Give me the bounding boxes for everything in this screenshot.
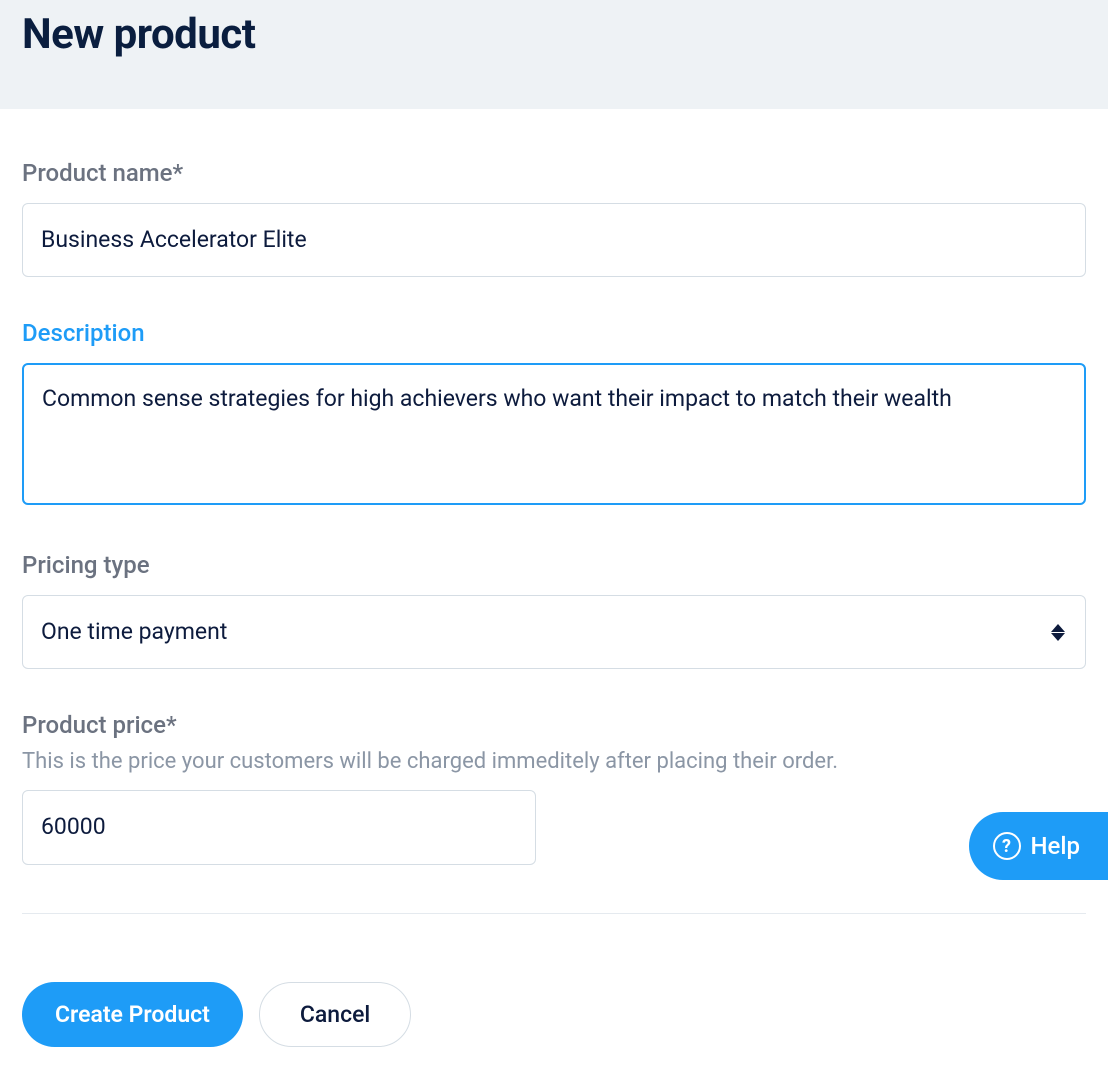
- description-group: Description: [22, 319, 1086, 509]
- pricing-type-group: Pricing type One time payment: [22, 551, 1086, 669]
- cancel-button[interactable]: Cancel: [259, 982, 411, 1047]
- product-price-label: Product price*: [22, 711, 1086, 739]
- product-name-label: Product name*: [22, 159, 1086, 187]
- pricing-type-value: One time payment: [41, 616, 227, 648]
- description-label: Description: [22, 319, 1086, 347]
- pricing-type-label: Pricing type: [22, 551, 1086, 579]
- help-button[interactable]: ? Help: [969, 812, 1108, 880]
- product-price-group: Product price* This is the price your cu…: [22, 711, 1086, 864]
- product-name-input[interactable]: [22, 203, 1086, 277]
- divider: [22, 913, 1086, 914]
- product-form: Product name* Description Pricing type O…: [0, 109, 1108, 982]
- page-title: New product: [22, 10, 1086, 59]
- help-icon: ?: [993, 832, 1021, 860]
- product-price-input[interactable]: [22, 790, 536, 864]
- product-name-group: Product name*: [22, 159, 1086, 277]
- pricing-type-select[interactable]: One time payment: [22, 595, 1086, 669]
- help-label: Help: [1031, 832, 1081, 860]
- form-actions: Create Product Cancel: [0, 982, 1108, 1047]
- chevron-up-down-icon: [1051, 623, 1067, 641]
- page-header: New product: [0, 0, 1108, 109]
- description-input[interactable]: [22, 363, 1086, 505]
- create-product-button[interactable]: Create Product: [22, 982, 243, 1047]
- product-price-helper: This is the price your customers will be…: [22, 749, 1086, 774]
